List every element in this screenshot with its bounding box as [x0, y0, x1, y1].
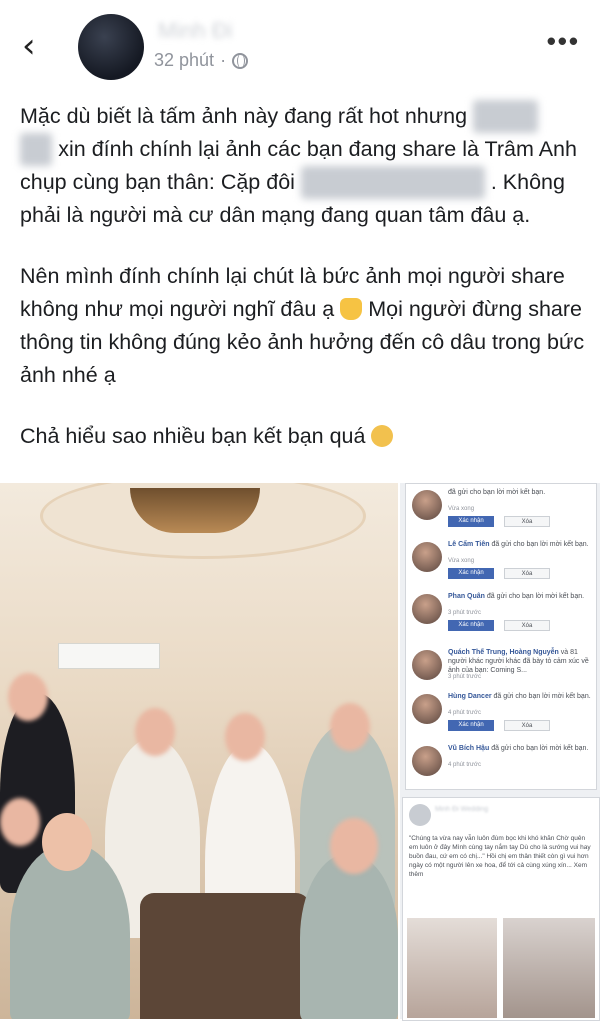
notification-item[interactable]: Phan Quân đã gửi cho bạn lời mời kết bạn…	[412, 588, 592, 648]
post-meta: 32 phút ·	[154, 50, 249, 71]
blurred-face	[330, 703, 370, 751]
confirm-button[interactable]: Xác nhận	[448, 568, 494, 579]
delete-button[interactable]: Xóa	[504, 568, 550, 579]
post-paragraph-3: Chả hiểu sao nhiều bạn kết bạn quá	[20, 420, 585, 453]
meta-separator: ·	[220, 50, 227, 70]
shared-post-photo[interactable]	[407, 918, 497, 1018]
post-header: ‹ Minh Đi 32 phút · •••	[0, 0, 600, 95]
delete-button[interactable]: Xóa	[504, 620, 550, 631]
avatar[interactable]	[78, 14, 144, 80]
blurred-face	[8, 673, 48, 721]
blurred-face	[135, 708, 175, 756]
avatar	[409, 804, 431, 826]
confirm-button[interactable]: Xác nhận	[448, 720, 494, 731]
avatar	[412, 650, 442, 680]
globe-icon	[232, 52, 249, 69]
avatar	[412, 490, 442, 520]
redacted-name: xxxxxx xxxx xxxxxx	[300, 166, 485, 199]
notification-item[interactable]: Hùng Dancer đã gửi cho bạn lời mời kết b…	[412, 688, 592, 748]
confirm-button[interactable]: Xác nhận	[448, 620, 494, 631]
chevron-left-icon: ‹	[22, 26, 36, 66]
photo-person	[300, 853, 398, 1019]
notification-item[interactable]: Lê Cẩm Tiên đã gửi cho bạn lời mời kết b…	[412, 536, 592, 596]
photo-face	[42, 813, 92, 871]
photo-air-conditioner	[58, 643, 160, 669]
screenshot-collage: đã gửi cho bạn lời mời kết bạn. Vừa xong…	[400, 483, 600, 1021]
photo-sofa	[140, 893, 310, 1019]
notification-item[interactable]: Vũ Bích Hậu đã gửi cho bạn lời mời kết b…	[412, 740, 592, 800]
shared-post-text: "Chúng ta vừa nay vẫn luôn đùm bọc khi k…	[409, 835, 591, 878]
delete-button[interactable]: Xóa	[504, 720, 550, 731]
redacted-name: xxx	[20, 133, 53, 166]
avatar	[412, 542, 442, 572]
author-name[interactable]: Minh Đi	[158, 18, 233, 44]
avatar	[412, 746, 442, 776]
notification-item[interactable]: đã gửi cho bạn lời mời kết bạn. Vừa xong…	[412, 484, 592, 544]
back-button[interactable]: ‹	[22, 26, 52, 66]
post-text: Mặc dù biết là tấm ảnh này đang rất hot …	[20, 100, 585, 481]
shared-post-author: Minh Đi Wedding	[435, 806, 489, 813]
delete-button[interactable]: Xóa	[504, 516, 550, 527]
blurred-face	[330, 818, 378, 874]
avatar	[412, 694, 442, 724]
sad-face-emoji-icon	[371, 425, 394, 447]
ok-hand-emoji-icon	[340, 298, 363, 320]
blurred-face	[0, 798, 40, 846]
friend-requests-panel: đã gửi cho bạn lời mời kết bạn. Vừa xong…	[405, 483, 597, 790]
avatar	[412, 594, 442, 624]
post-paragraph-2: Nên mình đính chính lại chút là bức ảnh …	[20, 264, 585, 387]
more-options-button[interactable]: •••	[547, 26, 580, 57]
more-dots-icon: •••	[546, 26, 580, 56]
shared-post-photo[interactable]	[503, 918, 595, 1018]
blurred-face	[225, 713, 265, 761]
confirm-button[interactable]: Xác nhận	[448, 516, 494, 527]
post-time[interactable]: 32 phút	[154, 50, 214, 71]
post-paragraph-1: Mặc dù biết là tấm ảnh này đang rất hot …	[20, 100, 585, 232]
redacted-name: xxxxxx	[473, 100, 538, 133]
wedding-photo[interactable]	[0, 483, 398, 1019]
shared-post-card[interactable]: Minh Đi Wedding "Chúng ta vừa nay vẫn lu…	[402, 797, 600, 1021]
